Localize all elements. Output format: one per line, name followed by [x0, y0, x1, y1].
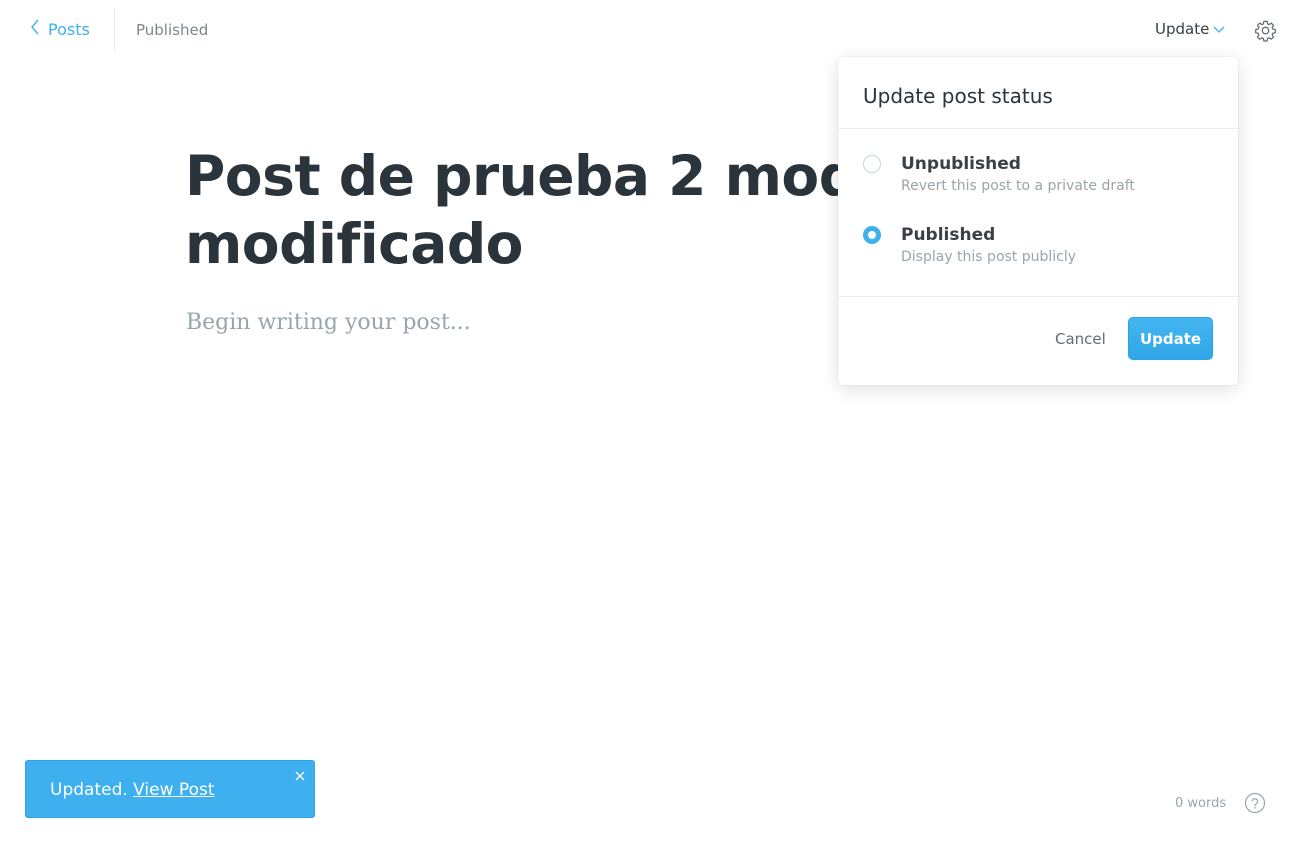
option-label: Published: [901, 225, 996, 245]
notification-message: Updated. View Post: [50, 780, 215, 800]
popover-title: Update post status: [863, 84, 1053, 108]
update-trigger-label: Update: [1155, 20, 1210, 38]
published-radio[interactable]: [863, 226, 881, 244]
option-text: Unpublished Revert this post to a privat…: [901, 153, 1135, 194]
notification-close-button[interactable]: [294, 767, 306, 781]
word-count: 0 words: [1175, 796, 1227, 811]
notification-text: Updated.: [50, 780, 128, 800]
editor-page: Posts Published Update Post de prueba 2 …: [0, 0, 1295, 843]
option-description: Display this post publicly: [901, 249, 1077, 265]
popover-footer: Cancel Update: [838, 297, 1238, 385]
header-divider: [114, 8, 115, 52]
help-button[interactable]: [1244, 792, 1266, 814]
close-icon: [294, 767, 306, 786]
view-post-link[interactable]: View Post: [133, 780, 214, 800]
back-link-label: Posts: [48, 19, 90, 39]
post-title-line-1: Post de prueba 2 modificado: [185, 144, 845, 208]
post-status-label: Published: [136, 21, 209, 39]
gear-icon: [1254, 20, 1277, 46]
chevron-left-icon: [30, 19, 40, 39]
post-title-line-2: modificado: [185, 212, 523, 276]
update-menu-trigger[interactable]: Update: [1155, 20, 1225, 38]
update-status-popover: Update post status Unpublished Revert th…: [838, 57, 1238, 385]
chevron-down-icon: [1213, 20, 1225, 38]
post-title-input[interactable]: Post de prueba 2 modificado modificado: [185, 142, 845, 278]
unpublished-radio[interactable]: [863, 155, 881, 173]
option-label: Unpublished: [901, 154, 1021, 174]
option-text: Published Display this post publicly: [901, 224, 1076, 265]
status-options: Unpublished Revert this post to a privat…: [838, 129, 1238, 297]
back-to-posts-link[interactable]: Posts: [30, 19, 90, 39]
settings-button[interactable]: [1254, 19, 1277, 42]
cancel-button[interactable]: Cancel: [1055, 330, 1106, 348]
post-body-editor[interactable]: Begin writing your post...: [186, 310, 471, 335]
notification-toast: Updated. View Post: [25, 760, 315, 818]
popover-header: Update post status: [838, 57, 1238, 129]
update-button[interactable]: Update: [1128, 317, 1213, 360]
top-bar: Posts Published Update: [0, 0, 1295, 62]
help-circle-icon: [1244, 792, 1266, 818]
option-description: Revert this post to a private draft: [901, 178, 1135, 194]
